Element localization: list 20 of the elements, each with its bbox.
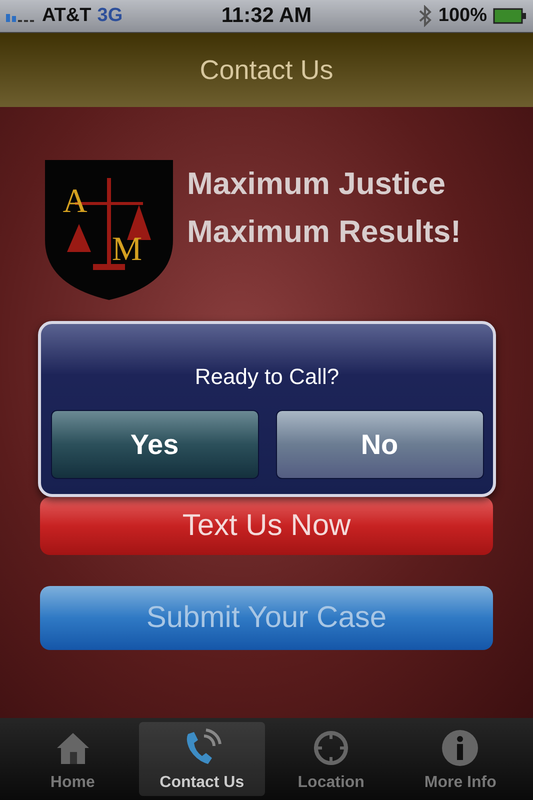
- tab-item[interactable]: Home: [10, 722, 136, 796]
- tagline: Maximum Results!: [187, 213, 461, 251]
- text-button[interactable]: Text Us Now: [40, 497, 493, 555]
- alert-button[interactable]: Yes: [50, 410, 258, 479]
- alert-button[interactable]: No: [276, 410, 484, 479]
- bluetooth-icon: [418, 5, 432, 27]
- tab-item[interactable]: Contact Us: [138, 722, 265, 796]
- tab-item[interactable]: Location: [268, 722, 394, 796]
- clock-time: 11:32 AM: [221, 4, 312, 28]
- battery-icon: [493, 8, 528, 24]
- tab-item[interactable]: More Info: [397, 722, 524, 796]
- submit-button[interactable]: Submit Your Case: [40, 586, 493, 650]
- tagline: Maximum Justice: [187, 165, 446, 203]
- battery-percent: 100%: [438, 5, 488, 27]
- law-firm-logo: A M: [45, 160, 173, 300]
- info-icon: [440, 728, 480, 768]
- alert-title: Ready to Call?: [194, 364, 340, 390]
- carrier-name: AT&T: [42, 5, 92, 27]
- nav-title: Contact Us: [200, 54, 334, 86]
- network-type: 3G: [97, 5, 123, 27]
